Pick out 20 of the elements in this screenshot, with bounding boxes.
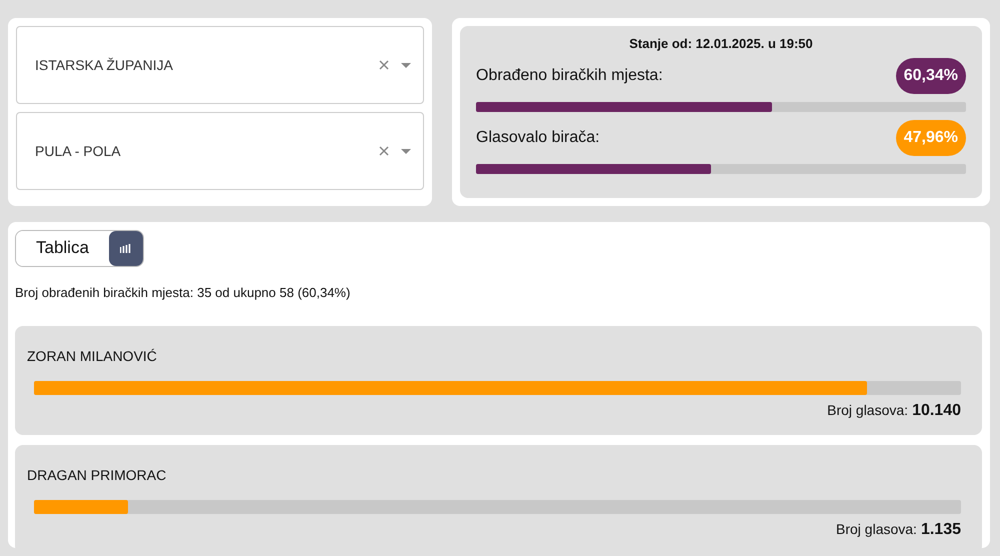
candidate-name: ZORAN MILANOVIĆ (27, 347, 158, 366)
caret-icon[interactable] (401, 62, 411, 68)
percent-badge: 47,96% (896, 120, 966, 156)
votes-label: Broj glasova: (827, 401, 908, 420)
candidate-name: DRAGAN PRIMORAC (27, 466, 168, 485)
percent-badge: 60,34% (896, 58, 966, 94)
select-field[interactable]: ISTARSKA ŽUPANIJA (16, 26, 424, 104)
summary-text: Broj obrađenih biračkih mjesta: 35 od ukupno 58 (60,34%) (15, 284, 352, 302)
votes-label: Broj glasova: (836, 520, 917, 539)
bar-chart-icon (120, 243, 132, 253)
select-field[interactable]: PULA - POLA (16, 112, 424, 190)
status-title: Stanje od: 12.01.2025. u 19:50 (628, 35, 814, 53)
votes-count: 1.135 (920, 520, 961, 540)
clear-icon[interactable] (379, 146, 389, 156)
clear-icon[interactable] (379, 60, 389, 70)
stat-label: Obrađeno biračkih mjesta: (476, 66, 663, 86)
votes-count: 10.140 (912, 401, 961, 421)
caret-icon[interactable] (401, 148, 411, 154)
chart-toggle[interactable] (108, 230, 143, 266)
stat-label: Glasovalo birača: (476, 128, 600, 148)
